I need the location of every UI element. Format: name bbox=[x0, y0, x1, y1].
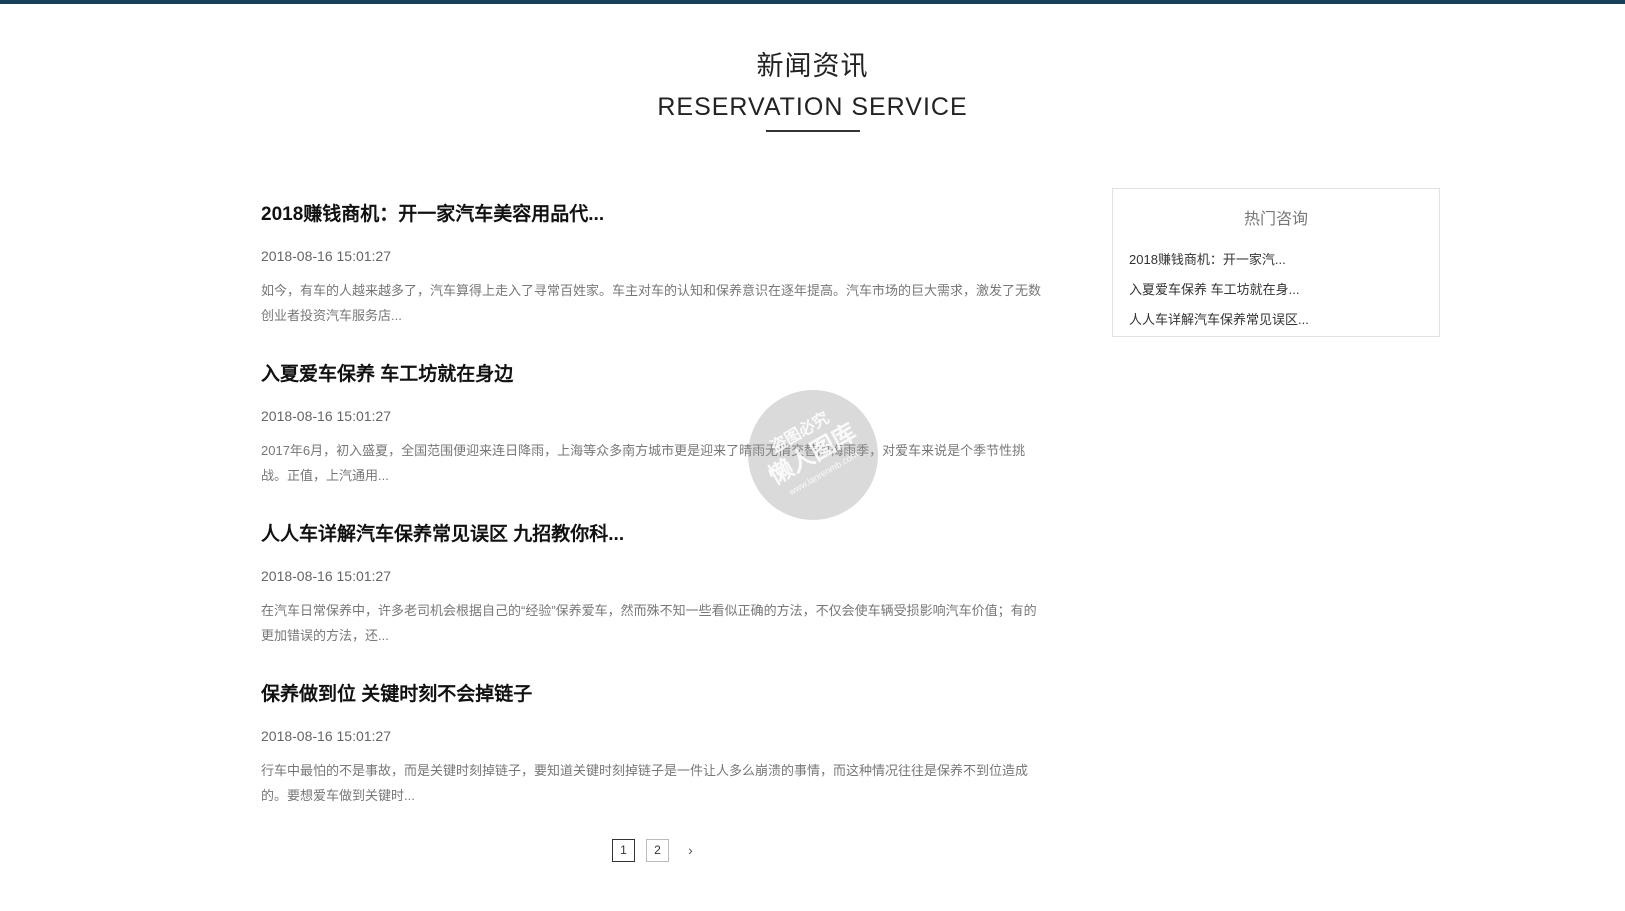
hot-news-panel: 热门咨询 2018赚钱商机：开一家汽... 入夏爱车保养 车工坊就在身... 人… bbox=[1112, 188, 1440, 337]
title-underline bbox=[765, 130, 860, 132]
chevron-right-icon[interactable]: › bbox=[680, 839, 701, 862]
news-list: 2018赚钱商机：开一家汽车美容用品代... 2018-08-16 15:01:… bbox=[261, 195, 1046, 835]
news-item: 2018赚钱商机：开一家汽车美容用品代... 2018-08-16 15:01:… bbox=[261, 195, 1046, 355]
news-item: 入夏爱车保养 车工坊就在身边 2018-08-16 15:01:27 2017年… bbox=[261, 355, 1046, 515]
news-summary-line: 更加错误的方法，还... bbox=[261, 628, 389, 643]
section-title: 新闻资讯 bbox=[756, 51, 869, 81]
news-summary-line: 2017年6月，初入盛夏，全国范围便迎来连日降雨，上海等众多南方城市更是迎来了晴… bbox=[261, 443, 1026, 458]
news-date: 2018-08-16 15:01:27 bbox=[261, 568, 391, 584]
news-title-link[interactable]: 入夏爱车保养 车工坊就在身边 bbox=[261, 355, 1046, 395]
top-accent-bar bbox=[0, 0, 1625, 4]
hot-news-title: 热门咨询 bbox=[1243, 211, 1308, 228]
news-summary: 如今，有车的人越来越多了，汽车算得上走入了寻常百姓家。车主对车的认知和保养意识在… bbox=[261, 278, 1046, 328]
news-summary-line: 如今，有车的人越来越多了，汽车算得上走入了寻常百姓家。车主对车的认知和保养意识在… bbox=[261, 283, 1042, 298]
hot-news-item[interactable]: 入夏爱车保养 车工坊就在身... bbox=[1129, 275, 1439, 305]
news-summary-line: 战。正值，上汽通用... bbox=[261, 468, 389, 483]
news-summary: 在汽车日常保养中，许多老司机会根据自己的“经验”保养爱车，然而殊不知一些看似正确… bbox=[261, 598, 1046, 648]
section-subtitle: RESERVATION SERVICE bbox=[657, 93, 968, 121]
section-header: 新闻资讯 RESERVATION SERVICE bbox=[0, 48, 1625, 132]
news-date: 2018-08-16 15:01:27 bbox=[261, 408, 391, 424]
news-summary: 2017年6月，初入盛夏，全国范围便迎来连日降雨，上海等众多南方城市更是迎来了晴… bbox=[261, 438, 1046, 488]
news-title-link[interactable]: 人人车详解汽车保养常见误区 九招教你科... bbox=[261, 515, 1046, 555]
news-date: 2018-08-16 15:01:27 bbox=[261, 728, 391, 744]
news-title-link[interactable]: 2018赚钱商机：开一家汽车美容用品代... bbox=[261, 195, 1046, 235]
hot-news-item[interactable]: 人人车详解汽车保养常见误区... bbox=[1129, 305, 1439, 335]
hot-news-list: 2018赚钱商机：开一家汽... 入夏爱车保养 车工坊就在身... 人人车详解汽… bbox=[1113, 245, 1439, 335]
pagination: 1 2 › bbox=[612, 838, 701, 862]
news-summary-line: 行车中最怕的不是事故，而是关键时刻掉链子，要知道关键时刻掉链子是一件让人多么崩溃… bbox=[261, 763, 1029, 778]
news-summary-line: 创业者投资汽车服务店... bbox=[261, 308, 402, 323]
news-summary-line: 的。要想爱车做到关键时... bbox=[261, 788, 415, 803]
news-item: 人人车详解汽车保养常见误区 九招教你科... 2018-08-16 15:01:… bbox=[261, 515, 1046, 675]
page-2-button[interactable]: 2 bbox=[646, 838, 669, 862]
news-title-link[interactable]: 保养做到位 关键时刻不会掉链子 bbox=[261, 675, 1046, 715]
news-summary-line: 在汽车日常保养中，许多老司机会根据自己的“经验”保养爱车，然而殊不知一些看似正确… bbox=[261, 603, 1037, 618]
news-date: 2018-08-16 15:01:27 bbox=[261, 248, 391, 264]
hot-news-item[interactable]: 2018赚钱商机：开一家汽... bbox=[1129, 245, 1439, 275]
news-summary: 行车中最怕的不是事故，而是关键时刻掉链子，要知道关键时刻掉链子是一件让人多么崩溃… bbox=[261, 758, 1046, 808]
page-1-button[interactable]: 1 bbox=[612, 838, 635, 862]
news-item: 保养做到位 关键时刻不会掉链子 2018-08-16 15:01:27 行车中最… bbox=[261, 675, 1046, 835]
